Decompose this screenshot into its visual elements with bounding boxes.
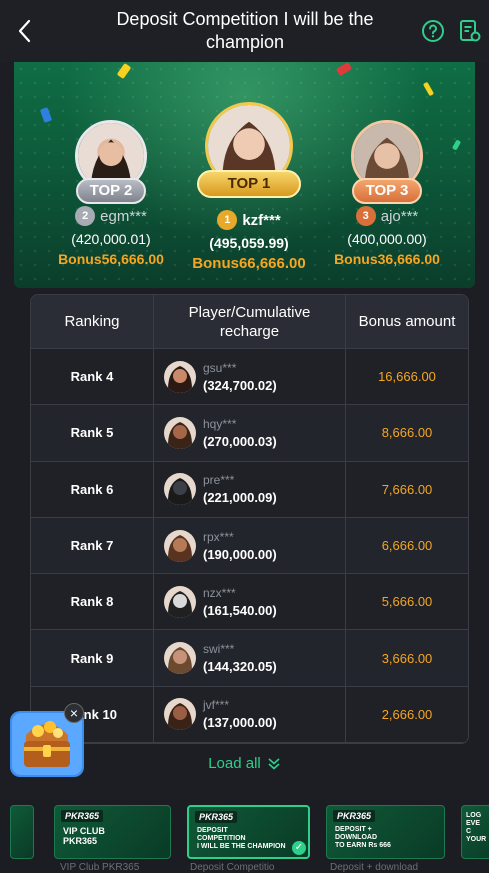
- banner-caption: VIP Club PKR365: [60, 862, 140, 873]
- promo-banner[interactable]: LOG EVE C YOUR: [461, 805, 489, 859]
- rank-ribbon: TOP 2: [76, 178, 146, 204]
- check-icon: ✓: [292, 841, 306, 855]
- avatar: [164, 360, 196, 393]
- column-header: Player/Cumulative recharge: [154, 295, 346, 348]
- player-name: pre***: [203, 473, 235, 488]
- back-icon[interactable]: [14, 18, 36, 44]
- player-name: ajo***: [380, 207, 419, 225]
- avatar: [164, 473, 196, 506]
- player-cell: swi*** (144,320.05): [154, 630, 346, 686]
- ranking-table: Ranking Player/Cumulative recharge Bonus…: [30, 294, 469, 745]
- table-row: Rank 5 hqy*** (270,000.03) 8,666.00: [31, 405, 468, 462]
- player-cell: pre*** (221,000.09): [154, 461, 346, 517]
- player-amount: (420,000.01): [71, 231, 151, 247]
- medal-icon: 2: [75, 206, 96, 226]
- avatar: [164, 642, 196, 675]
- column-header: Ranking: [31, 295, 154, 348]
- player-amount: (400,000.00): [347, 231, 427, 247]
- promo-banner-strip: PKR365 VIP CLUB PKR365 PKR365 DEPOSIT CO…: [0, 800, 489, 873]
- banner-caption: Deposit Competitio: [190, 862, 275, 873]
- rank-cell: Rank 4: [31, 349, 154, 405]
- player-cell: hqy*** (270,000.03): [154, 405, 346, 461]
- bonus-cell: 16,666.00: [378, 369, 436, 385]
- promo-banner[interactable]: PKR365 DEPOSIT + DOWNLOAD TO EARN Rs 666: [326, 805, 445, 859]
- player-amount: (324,700.02): [203, 377, 277, 393]
- player-amount: (495,059.99): [209, 235, 289, 251]
- bonus-cell: 5,666.00: [381, 594, 433, 610]
- banner-caption: Deposit + download: [330, 862, 419, 873]
- bonus-cell: 2,666.00: [381, 706, 433, 722]
- player-bonus: Bonus56,666.00: [58, 251, 164, 267]
- rank-cell: Rank 6: [31, 461, 154, 517]
- player-amount: (270,000.03): [203, 433, 277, 449]
- avatar: [164, 529, 196, 562]
- player-amount: (161,540.00): [203, 602, 277, 618]
- rank-cell: Rank 7: [31, 517, 154, 574]
- rank-cell: Rank 8: [31, 574, 154, 630]
- player-amount: (190,000.00): [203, 546, 277, 562]
- table-row: Rank 8 nzx*** (161,540.00) 5,666.00: [31, 574, 468, 631]
- player-amount: (137,000.00): [203, 715, 277, 731]
- rank-ribbon: TOP 1: [197, 170, 301, 198]
- player-amount: (144,320.05): [203, 659, 277, 675]
- player-cell: nzx*** (161,540.00): [154, 574, 346, 630]
- player-name: hqy***: [203, 416, 237, 431]
- podium-top-3[interactable]: TOP 3 3 ajo*** (400,000.00) Bonus36,666.…: [332, 120, 442, 267]
- player-amount: (221,000.09): [203, 490, 277, 506]
- avatar: [164, 698, 196, 731]
- page-title: Deposit Competition I will be the champi…: [116, 9, 374, 52]
- podium-top-2[interactable]: TOP 2 2 egm*** (420,000.01) Bonus56,666.…: [56, 120, 166, 267]
- player-name: kzf***: [242, 211, 281, 229]
- player-cell: gsu*** (324,700.02): [154, 349, 346, 405]
- player-name: egm***: [100, 207, 147, 225]
- player-bonus: Bonus36,666.00: [334, 251, 440, 267]
- player-name: swi***: [203, 642, 235, 657]
- treasure-chest-popup[interactable]: ×: [8, 703, 86, 779]
- column-header: Bonus amount: [358, 313, 456, 330]
- bonus-cell: 6,666.00: [381, 538, 433, 554]
- medal-icon: 3: [355, 206, 376, 226]
- avatar: [164, 585, 196, 618]
- rank-cell: Rank 9: [31, 630, 154, 686]
- table-row: Rank 10 jvf*** (137,000.00) 2,666.00: [31, 686, 468, 744]
- close-icon[interactable]: ×: [64, 703, 84, 723]
- bonus-cell: 8,666.00: [381, 425, 433, 441]
- player-bonus: Bonus66,666.00: [192, 255, 306, 272]
- bonus-cell: 7,666.00: [381, 481, 433, 497]
- rules-icon[interactable]: [458, 19, 482, 43]
- avatar: [164, 416, 196, 449]
- player-name: nzx***: [203, 585, 236, 600]
- player-cell: jvf*** (137,000.00): [154, 686, 346, 743]
- table-header: Ranking Player/Cumulative recharge Bonus…: [31, 295, 468, 349]
- table-row: Rank 4 gsu*** (324,700.02) 16,666.00: [31, 349, 468, 406]
- table-row: Rank 6 pre*** (221,000.09) 7,666.00: [31, 461, 468, 518]
- bonus-cell: 3,666.00: [381, 650, 433, 666]
- player-name: jvf***: [203, 698, 230, 713]
- table-row: Rank 9 swi*** (144,320.05) 3,666.00: [31, 630, 468, 687]
- top-bar: Deposit Competition I will be the champi…: [0, 0, 489, 62]
- promo-banner-active[interactable]: PKR365 DEPOSIT COMPETITION I WILL BE THE…: [187, 805, 310, 859]
- rank-ribbon: TOP 3: [352, 178, 422, 204]
- podium-stage: TOP 2 2 egm*** (420,000.01) Bonus56,666.…: [14, 62, 475, 288]
- podium-top-1[interactable]: TOP 1 1 kzf*** (495,059.99) Bonus66,666.…: [184, 102, 314, 272]
- chevron-down-icon: [268, 757, 280, 770]
- help-icon[interactable]: [421, 19, 445, 43]
- rank-cell: Rank 5: [31, 405, 154, 461]
- player-name: rpx***: [203, 529, 234, 544]
- promo-banner[interactable]: [10, 805, 34, 859]
- promo-banner[interactable]: PKR365 VIP CLUB PKR365: [54, 805, 171, 859]
- medal-icon: 1: [217, 210, 238, 230]
- table-row: Rank 7 rpx*** (190,000.00) 6,666.00: [31, 517, 468, 575]
- player-cell: rpx*** (190,000.00): [154, 517, 346, 574]
- player-name: gsu***: [203, 360, 237, 375]
